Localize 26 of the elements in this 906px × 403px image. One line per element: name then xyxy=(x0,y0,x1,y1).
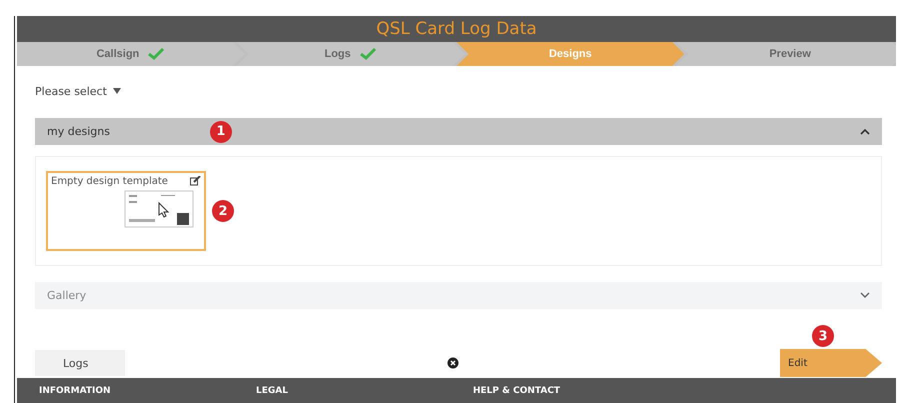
edit-icon[interactable] xyxy=(190,176,201,186)
accordion-header[interactable]: Gallery xyxy=(35,282,882,309)
step-tab[interactable]: Preview xyxy=(676,42,896,66)
chevron-up-icon[interactable] xyxy=(860,128,870,135)
step-tab[interactable]: Logs xyxy=(236,42,464,66)
accordion-header[interactable]: my designs 1 xyxy=(35,118,882,145)
select-label: Please select xyxy=(35,85,107,98)
page-title: QSL Card Log Data xyxy=(17,16,896,42)
card-title: Empty design template xyxy=(51,176,168,187)
design-card[interactable]: Empty design template xyxy=(46,171,206,251)
back-button[interactable]: Logs xyxy=(35,350,125,376)
footer-heading: INFORMATION xyxy=(38,386,112,396)
number-badge: 3 xyxy=(812,325,834,347)
step-tab[interactable]: Callsign xyxy=(17,42,245,66)
step-tab[interactable]: Designs xyxy=(456,42,684,66)
chevron-down-icon[interactable] xyxy=(860,292,870,299)
check-icon xyxy=(147,48,166,60)
card-preview-drawing xyxy=(124,190,194,228)
close-icon[interactable] xyxy=(446,357,458,369)
filter-icon[interactable] xyxy=(112,88,121,95)
number-badge: 1 xyxy=(210,120,232,142)
check-icon xyxy=(358,48,377,60)
number-badge: 2 xyxy=(212,200,234,222)
footer-heading: HELP & CONTACT xyxy=(472,386,562,396)
edit-button[interactable]: Edit xyxy=(780,349,882,377)
footer-heading: LEGAL xyxy=(255,386,289,396)
